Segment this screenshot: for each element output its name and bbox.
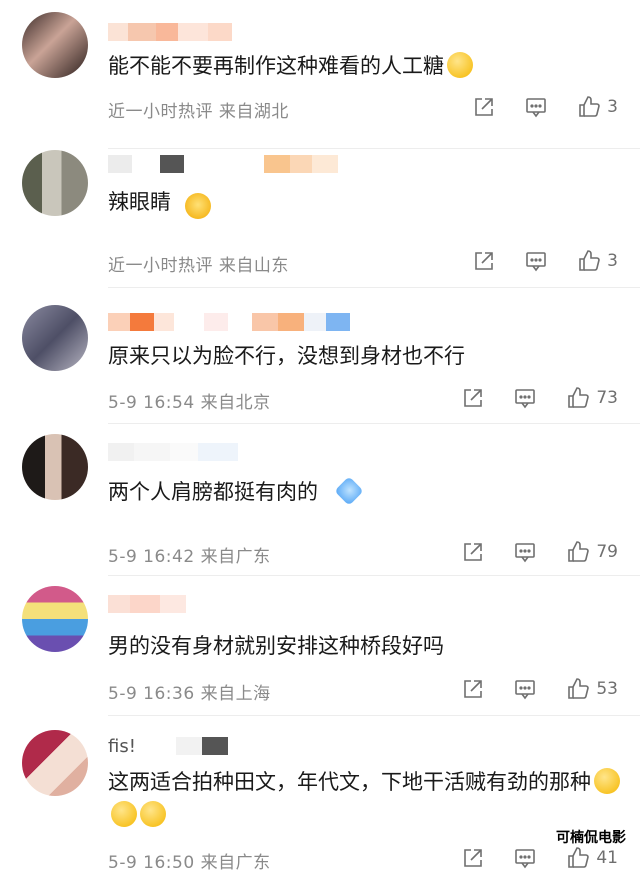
- username[interactable]: [108, 154, 338, 174]
- comment-text: 两个人肩膀都挺有肉的: [108, 476, 620, 509]
- comment-text: 辣眼睛: [108, 186, 620, 219]
- share-icon[interactable]: [473, 96, 495, 118]
- share-icon[interactable]: [462, 847, 484, 869]
- emoji-icon: [447, 52, 473, 78]
- comment-text: 能不能不要再制作这种难看的人工糖: [108, 50, 620, 83]
- comment-meta: 5-9 16:54 来自北京: [108, 393, 271, 413]
- emoji-icon: [111, 801, 137, 827]
- like-button[interactable]: 3: [577, 95, 618, 119]
- like-count: 3: [607, 97, 618, 117]
- like-button[interactable]: 3: [577, 249, 618, 273]
- avatar[interactable]: [22, 150, 88, 216]
- like-button[interactable]: 53: [566, 677, 618, 701]
- comment-actions: 73: [462, 386, 618, 410]
- badge-emoji-icon: [185, 193, 211, 219]
- username[interactable]: [108, 312, 350, 332]
- username[interactable]: [108, 22, 232, 42]
- comment-actions: 3: [473, 95, 618, 119]
- like-count: 79: [596, 542, 618, 562]
- avatar[interactable]: [22, 730, 88, 796]
- comment-meta: 5-9 16:50 来自广东: [108, 853, 271, 873]
- like-count: 73: [596, 388, 618, 408]
- comment-meta: 近一小时热评 来自湖北: [108, 102, 289, 122]
- comment-meta: 5-9 16:42 来自广东: [108, 547, 271, 567]
- thumbs-up-icon: [568, 847, 590, 868]
- reply-icon[interactable]: [525, 250, 547, 272]
- reply-icon[interactable]: [514, 847, 536, 869]
- diamond-badge-icon: [334, 476, 364, 506]
- comment-meta: 5-9 16:36 来自上海: [108, 684, 271, 704]
- like-button[interactable]: 79: [566, 540, 618, 564]
- emoji-icon: [140, 801, 166, 827]
- reply-icon[interactable]: [514, 541, 536, 563]
- comment-item: 两个人肩膀都挺有肉的 5-9 16:42 来自广东 79: [0, 424, 640, 576]
- comment-actions: 79: [462, 540, 618, 564]
- divider: [108, 148, 640, 149]
- avatar[interactable]: [22, 12, 88, 78]
- like-button[interactable]: 41: [566, 846, 618, 870]
- thumbs-up-icon: [579, 250, 600, 271]
- comment-actions: 41: [462, 846, 618, 870]
- avatar[interactable]: [22, 586, 88, 652]
- like-count: 53: [596, 679, 618, 699]
- share-icon[interactable]: [462, 541, 484, 563]
- comment-item: fis! 这两适合拍种田文，年代文，下地干活贼有劲的那种 5-9 16:50 来…: [0, 716, 640, 873]
- thumbs-up-icon: [579, 96, 600, 117]
- watermark: 可楠侃电影: [554, 827, 628, 847]
- like-count: 41: [596, 848, 618, 868]
- comment-actions: 53: [462, 677, 618, 701]
- comment-text: 男的没有身材就别安排这种桥段好吗: [108, 634, 444, 658]
- comment-actions: 3: [473, 249, 618, 273]
- like-button[interactable]: 73: [566, 386, 618, 410]
- username-text: fis!: [108, 735, 136, 757]
- comment-text: 这两适合拍种田文，年代文，下地干活贼有劲的那种: [108, 766, 620, 832]
- emoji-icon: [594, 768, 620, 794]
- share-icon[interactable]: [462, 678, 484, 700]
- thumbs-up-icon: [568, 387, 590, 408]
- username[interactable]: [108, 442, 238, 462]
- comment-item: 原来只以为脸不行，没想到身材也不行 5-9 16:54 来自北京 73: [0, 288, 640, 424]
- like-count: 3: [607, 251, 618, 271]
- username[interactable]: [108, 594, 186, 614]
- share-icon[interactable]: [462, 387, 484, 409]
- comment-text: 原来只以为脸不行，没想到身材也不行: [108, 344, 465, 368]
- avatar[interactable]: [22, 305, 88, 371]
- comment-item: 能不能不要再制作这种难看的人工糖 近一小时热评 来自湖北 3: [0, 0, 640, 150]
- reply-icon[interactable]: [514, 387, 536, 409]
- avatar[interactable]: [22, 434, 88, 500]
- share-icon[interactable]: [473, 250, 495, 272]
- comment-item: 辣眼睛 近一小时热评 来自山东 3: [0, 150, 640, 288]
- thumbs-up-icon: [568, 678, 590, 699]
- comment-meta: 近一小时热评 来自山东: [108, 256, 289, 276]
- username[interactable]: fis!: [108, 735, 228, 757]
- thumbs-up-icon: [568, 541, 590, 562]
- reply-icon[interactable]: [525, 96, 547, 118]
- comment-item: 男的没有身材就别安排这种桥段好吗 5-9 16:36 来自上海 53: [0, 576, 640, 716]
- reply-icon[interactable]: [514, 678, 536, 700]
